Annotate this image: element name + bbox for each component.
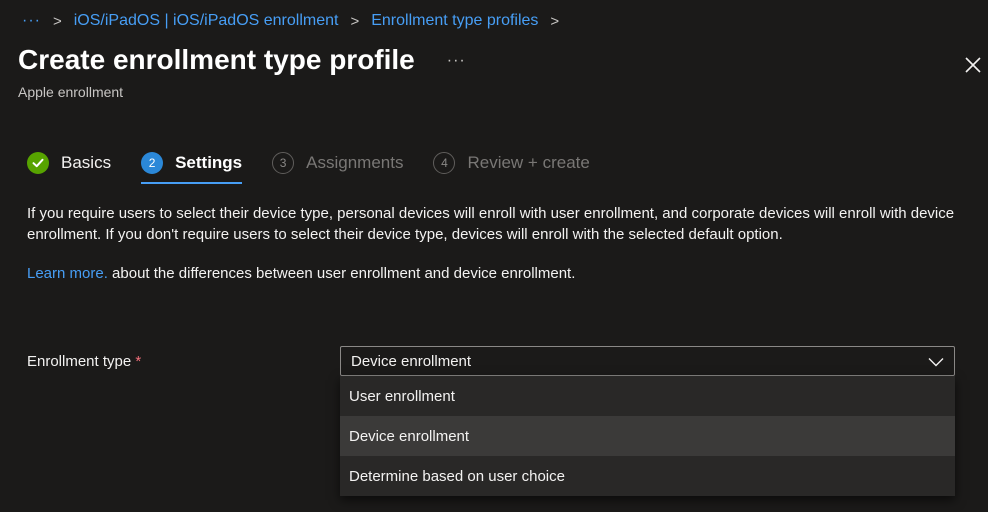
step-number-badge: 4 [433,152,456,174]
more-options-button[interactable]: ··· [447,52,466,70]
tab-review-create[interactable]: 4 Review + create [433,148,590,178]
breadcrumb-separator: > [350,12,360,30]
breadcrumb-item-ios-enrollment[interactable]: iOS/iPadOS | iOS/iPadOS enrollment [74,12,339,30]
enrollment-type-label-text: Enrollment type [27,353,132,370]
breadcrumb-item-enrollment-type-profiles[interactable]: Enrollment type profiles [371,12,538,30]
step-number-badge: 3 [272,152,295,174]
option-determine-by-user-choice[interactable]: Determine based on user choice [340,456,955,496]
tab-settings[interactable]: 2 Settings [141,148,243,184]
page-subtitle: Apple enrollment [18,84,124,100]
breadcrumb-overflow-button[interactable]: ··· [22,12,41,30]
breadcrumb-separator: > [52,12,62,30]
breadcrumb-separator: > [550,12,560,30]
settings-description: If you require users to select their dev… [27,205,955,243]
tab-assignments[interactable]: 3 Assignments [272,148,403,178]
enrollment-type-options-list: User enrollment Device enrollment Determ… [340,376,955,496]
close-icon[interactable] [962,54,984,76]
wizard-steps: Basics 2 Settings 3 Assignments 4 Review… [27,148,620,184]
tab-settings-label: Settings [175,153,243,172]
enrollment-type-selected-value: Device enrollment [351,352,472,370]
checkmark-icon [27,152,49,174]
tab-basics[interactable]: Basics [27,148,111,178]
chevron-down-icon [928,358,944,367]
title-row: Create enrollment type profile ··· [18,44,466,76]
page-title: Create enrollment type profile [18,44,415,75]
active-tab-indicator [141,182,243,184]
learn-more-text: Learn more. about the differences betwee… [27,265,575,282]
option-user-enrollment[interactable]: User enrollment [340,376,955,416]
enrollment-type-label: Enrollment type * [27,353,141,370]
step-number-badge: 2 [141,152,164,174]
tab-basics-label: Basics [61,153,112,172]
breadcrumb: ··· > iOS/iPadOS | iOS/iPadOS enrollment… [22,9,571,33]
tab-review-create-label: Review + create [467,153,590,172]
option-device-enrollment[interactable]: Device enrollment [340,416,955,456]
tab-assignments-label: Assignments [306,153,404,172]
enrollment-type-dropdown[interactable]: Device enrollment [340,346,955,376]
learn-more-link[interactable]: Learn more. [27,265,108,282]
learn-more-description: about the differences between user enrol… [107,265,576,282]
required-indicator: * [135,353,142,370]
